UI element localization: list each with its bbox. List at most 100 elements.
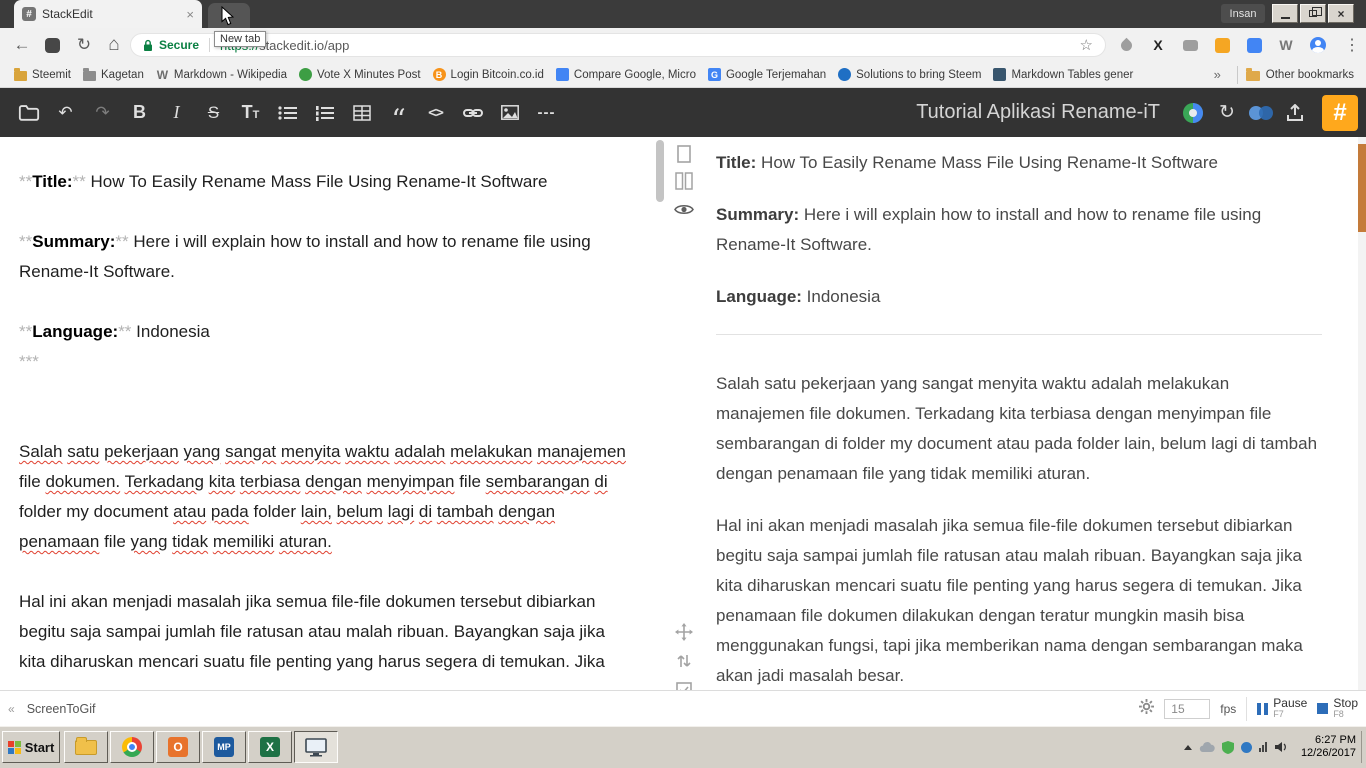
bookmark-item[interactable]: Kagetan	[77, 67, 150, 83]
preview-paragraph: Summary: Here i will explain how to inst…	[716, 205, 1262, 254]
bookmark-star-icon[interactable]: ☆	[1080, 36, 1093, 54]
profile-button[interactable]: Insan	[1221, 4, 1265, 23]
redo-icon[interactable]: ↷	[84, 88, 121, 137]
bookmark-label: Steemit	[32, 68, 71, 81]
extension-person-icon[interactable]	[1306, 33, 1330, 57]
outlook-button[interactable]: O	[156, 731, 200, 763]
ordered-list-icon[interactable]	[306, 88, 343, 137]
editor-scrollbar[interactable]	[656, 140, 664, 202]
bookmark-favicon-icon	[555, 68, 569, 81]
editor-line[interactable]: Salah satu pekerjaan yang sangat menyita…	[19, 437, 630, 557]
editor-line[interactable]: Hal ini akan menjadi masalah jika semua …	[19, 587, 630, 677]
editor-line[interactable]: **Language:** Indonesia	[19, 317, 630, 347]
strikethrough-icon[interactable]: S	[195, 88, 232, 137]
orange-shape	[1214, 37, 1230, 53]
preview-scrollbar-thumb[interactable]	[1358, 144, 1366, 232]
stop-icon	[1317, 703, 1329, 714]
layout-button-column	[664, 137, 702, 698]
preview-eye-icon[interactable]	[673, 198, 695, 220]
horizontal-rule-icon[interactable]: ---	[528, 88, 565, 137]
bookmark-item[interactable]: Solutions to bring Steem	[832, 66, 987, 83]
stop-label: Stop	[1333, 695, 1358, 710]
bold-icon[interactable]: B	[121, 88, 158, 137]
forward-button[interactable]	[40, 33, 64, 57]
bookmark-item[interactable]: Steemit	[8, 67, 77, 83]
bookmark-item[interactable]: Compare Google, Micro	[550, 66, 702, 83]
collapse-icon[interactable]: «	[8, 702, 15, 716]
bookmark-item[interactable]: Vote X Minutes Post	[293, 66, 427, 83]
taskbar-clock[interactable]: 6:27 PM 12/26/2017	[1301, 734, 1356, 760]
pause-button[interactable]: Pause F7	[1257, 697, 1307, 720]
browser-menu-icon[interactable]: ⋮	[1340, 33, 1364, 57]
split-view-icon[interactable]	[673, 170, 695, 192]
network-signal-icon[interactable]	[1258, 742, 1267, 752]
excel-button[interactable]: X	[248, 731, 292, 763]
folder-icon[interactable]	[10, 88, 47, 137]
cloud-icon[interactable]	[1199, 741, 1215, 753]
blockquote-icon[interactable]: “	[380, 88, 417, 137]
code-icon[interactable]: <>	[417, 88, 454, 137]
undo-icon[interactable]: ↶	[47, 88, 84, 137]
scroll-sync-icon[interactable]	[673, 621, 695, 643]
tab-close-icon[interactable]: ×	[186, 7, 194, 22]
home-button[interactable]: ⌂	[102, 33, 126, 57]
bookmark-item[interactable]: W Markdown - Wikipedia	[150, 66, 293, 83]
image-icon[interactable]	[491, 88, 528, 137]
other-bookmarks-button[interactable]: Other bookmarks	[1245, 67, 1358, 81]
link-icon[interactable]	[454, 88, 491, 137]
tab-stackedit[interactable]: # StackEdit ×	[14, 0, 202, 28]
extension-droplet-icon[interactable]	[1114, 33, 1138, 57]
preview-pane[interactable]: Title: How To Easily Rename Mass File Us…	[702, 137, 1358, 690]
font-size-icon[interactable]: TT	[232, 88, 269, 137]
preview-paragraph: Title: How To Easily Rename Mass File Us…	[716, 153, 1219, 172]
document-title[interactable]: Tutorial Aplikasi Rename-iT	[916, 101, 1160, 124]
stop-button[interactable]: Stop F8	[1317, 695, 1358, 720]
preview-paragraph: Hal ini akan menjadi masalah jika semua …	[716, 516, 1303, 685]
bookmark-label: Google Terjemahan	[725, 68, 827, 81]
recorder-controls: 15 fps Pause F7 Stop F8	[1139, 695, 1358, 721]
stackedit-logo[interactable]: #	[1322, 94, 1358, 131]
security-shield-icon[interactable]	[1221, 740, 1234, 754]
table-icon[interactable]	[343, 88, 380, 137]
extension-translate-icon[interactable]	[1242, 33, 1266, 57]
address-bar[interactable]: Secure https://stackedit.io/app ☆	[130, 33, 1106, 57]
tray-app-icon[interactable]	[1240, 741, 1252, 753]
accounts-icon[interactable]	[1244, 88, 1278, 137]
fps-input[interactable]: 15	[1164, 698, 1211, 719]
unordered-list-icon[interactable]	[269, 88, 306, 137]
minimize-button[interactable]	[1272, 4, 1298, 23]
extension-wikipedia-icon[interactable]: W	[1274, 33, 1298, 57]
extension-box-icon[interactable]	[1178, 33, 1202, 57]
photos-sync-icon[interactable]	[1176, 88, 1210, 137]
extension-orange-icon[interactable]	[1210, 33, 1234, 57]
recorder-settings-icon[interactable]	[1139, 698, 1155, 719]
back-button[interactable]: ←	[10, 33, 34, 57]
editor-line[interactable]: ***	[19, 347, 630, 377]
reload-button[interactable]: ↻	[72, 33, 96, 57]
markdown-editor-pane[interactable]: **Title:** How To Easily Rename Mass Fil…	[0, 137, 655, 690]
show-desktop-strip[interactable]	[1361, 731, 1366, 763]
single-pane-icon[interactable]	[673, 143, 695, 165]
editor-line[interactable]: **Summary:** Here i will explain how to …	[19, 227, 630, 287]
tray-chevron-up-icon[interactable]	[1183, 744, 1192, 750]
sync-icon[interactable]: ↻	[1210, 88, 1244, 137]
start-button[interactable]: Start	[2, 731, 60, 763]
bookmarks-items: Steemit Kagetan W Markdown - Wikipedia Vote …	[8, 66, 1139, 83]
extension-x-icon[interactable]: X	[1146, 33, 1170, 57]
volume-icon[interactable]	[1274, 741, 1288, 753]
bookmarks-overflow-icon[interactable]: »	[1206, 67, 1229, 82]
italic-icon[interactable]: I	[158, 88, 195, 137]
file-explorer-button[interactable]	[64, 731, 108, 763]
mp-app-button[interactable]: MP	[202, 731, 246, 763]
close-button[interactable]: ×	[1328, 4, 1354, 23]
bookmark-item[interactable]: Markdown Tables gener	[987, 66, 1139, 83]
publish-icon[interactable]	[1278, 88, 1312, 137]
swap-panes-icon[interactable]	[673, 650, 695, 672]
preview-scrollbar-track[interactable]	[1358, 137, 1366, 690]
bookmark-item[interactable]: B Login Bitcoin.co.id	[427, 66, 550, 83]
restore-button[interactable]	[1300, 4, 1326, 23]
editor-line[interactable]: **Title:** How To Easily Rename Mass Fil…	[19, 167, 630, 197]
screen-recorder-button[interactable]	[294, 731, 338, 763]
bookmark-item[interactable]: G Google Terjemahan	[702, 66, 832, 83]
chrome-button[interactable]	[110, 731, 154, 763]
